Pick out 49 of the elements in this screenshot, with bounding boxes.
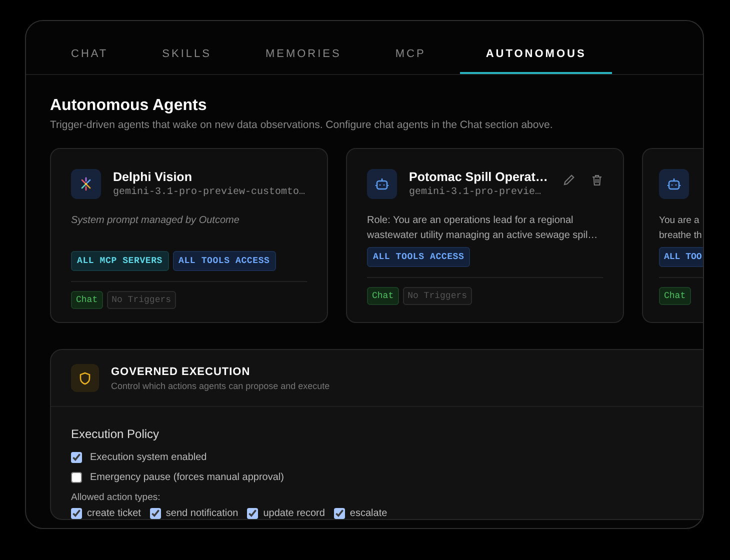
action-types-label: Allowed action types: xyxy=(71,492,162,503)
tab[interactable]: MEMORIES xyxy=(245,21,362,74)
trigger-tag: Chat xyxy=(659,287,691,305)
access-badge: ALL TOOLS ACCESS xyxy=(172,251,276,271)
trigger-tag: No Triggers xyxy=(402,287,472,305)
tab[interactable]: SKILLS xyxy=(142,21,232,74)
section-title: Autonomous Agents xyxy=(50,97,208,115)
checkbox[interactable] xyxy=(150,508,161,519)
logo-icon xyxy=(71,169,101,199)
panel-title: GOVERNED EXECUTION xyxy=(111,366,252,378)
action-type-label: send notification xyxy=(166,508,238,519)
edit-icon[interactable] xyxy=(563,174,575,186)
action-type-label: update record xyxy=(263,508,325,519)
model-name: gemini-3.1-pro-preview-customto… xyxy=(113,187,306,198)
checkbox[interactable] xyxy=(71,452,82,463)
agent-description: Role: You are an operations lead for a regional wastewater utility managing an active sewage spil… xyxy=(367,214,599,243)
agent-card[interactable]: Potomac Spill Operat… gemini-3.1-pro-previe… Role: You are an operations lead for a regional wastewater utility managing an active sewage spil… ALL TOOLS ACCESS Chat No Triggers xyxy=(346,148,624,323)
agent-name: Potomac Spill Operat… xyxy=(409,170,549,184)
agent-card[interactable]: Delphi Vision gemini-3.1-pro-preview-customto… System prompt managed by Outcome ALL MCP SERVERS ALL TOOLS ACCESS Chat No Triggers xyxy=(50,148,328,323)
action-type-label: escalate xyxy=(350,508,388,519)
option-label: Emergency pause (forces manual approval) xyxy=(90,472,284,483)
checkbox[interactable] xyxy=(71,472,82,483)
panel-subtitle: Control which actions agents can propose and execute xyxy=(111,380,330,390)
checkbox[interactable] xyxy=(247,508,258,519)
policy-title: Execution Policy xyxy=(71,427,160,441)
action-type-label: create ticket xyxy=(87,508,141,519)
option-label: Execution system enabled xyxy=(90,452,207,463)
agent-description: System prompt managed by Outcome xyxy=(71,214,240,228)
tab[interactable]: MCP xyxy=(375,21,446,74)
checkbox[interactable] xyxy=(334,508,345,519)
trigger-tag: No Triggers xyxy=(106,291,176,309)
access-badge: ALL TOOLS ACCESS xyxy=(367,247,470,267)
access-badge: ALL MCP SERVERS xyxy=(71,251,169,271)
agent-description-line: breathe th xyxy=(659,229,703,243)
trigger-tag: Chat xyxy=(367,287,399,305)
robot-icon xyxy=(367,169,397,199)
trash-icon[interactable] xyxy=(591,174,603,186)
agent-name: Delphi Vision xyxy=(113,170,193,184)
trigger-tag: Chat xyxy=(71,291,103,309)
shield-icon xyxy=(71,364,99,392)
robot-icon xyxy=(659,169,689,199)
tab[interactable]: AUTONOMOUS xyxy=(460,21,612,74)
tab[interactable]: CHAT xyxy=(51,21,128,74)
checkbox[interactable] xyxy=(71,508,82,519)
agent-description-line: You are a xyxy=(659,214,700,228)
section-subtitle: Trigger-driven agents that wake on new data observations. Configure chat agents in the Chat section above. xyxy=(50,119,554,131)
model-name: gemini-3.1-pro-previe… xyxy=(409,187,542,198)
agent-card[interactable]: You are a breathe th ALL TOO Chat xyxy=(642,148,703,323)
access-badge: ALL TOO xyxy=(659,247,703,267)
